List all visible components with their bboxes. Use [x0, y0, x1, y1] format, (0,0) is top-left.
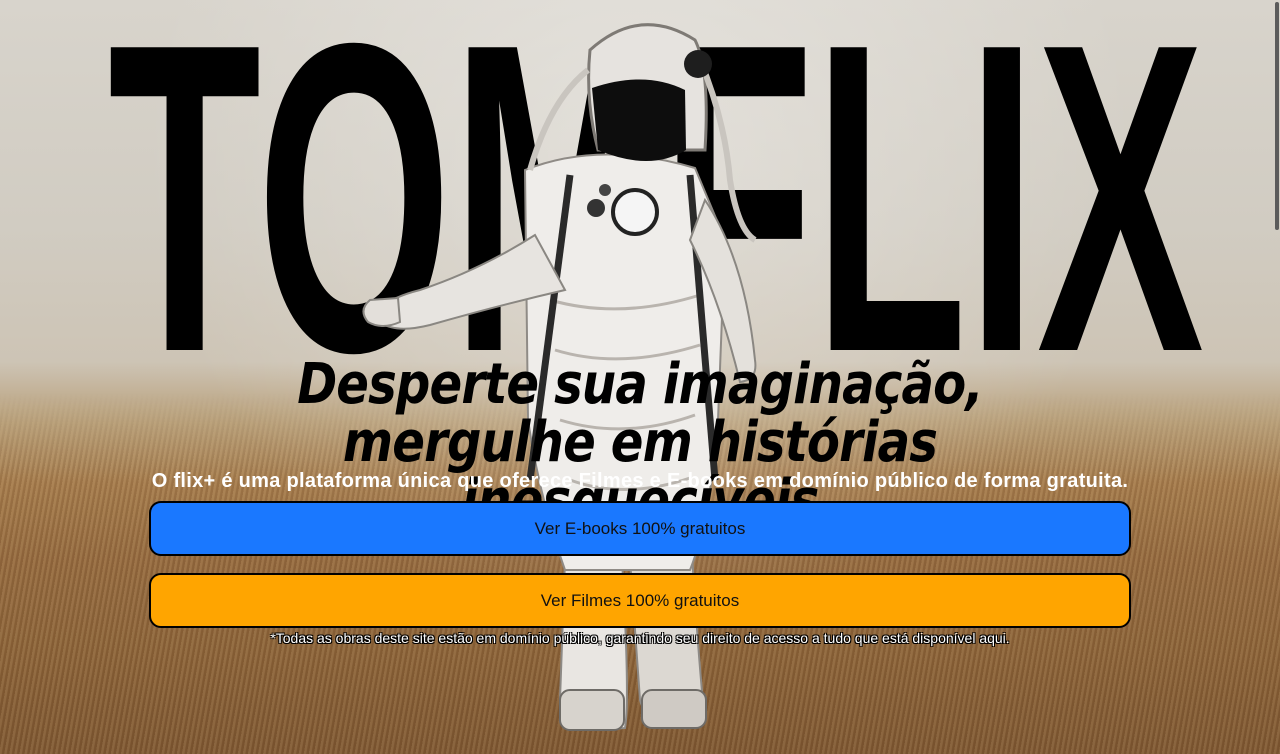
page-scrollbar[interactable] [1272, 0, 1280, 754]
view-ebooks-button[interactable]: Ver E-books 100% gratuitos [149, 501, 1131, 556]
view-films-button[interactable]: Ver Filmes 100% gratuitos [149, 573, 1131, 628]
hero-description: O flix+ é uma plataforma única que ofere… [151, 470, 1129, 492]
scrollbar-thumb[interactable] [1275, 2, 1279, 230]
public-domain-note: *Todas as obras deste site estão em domí… [270, 630, 1010, 646]
